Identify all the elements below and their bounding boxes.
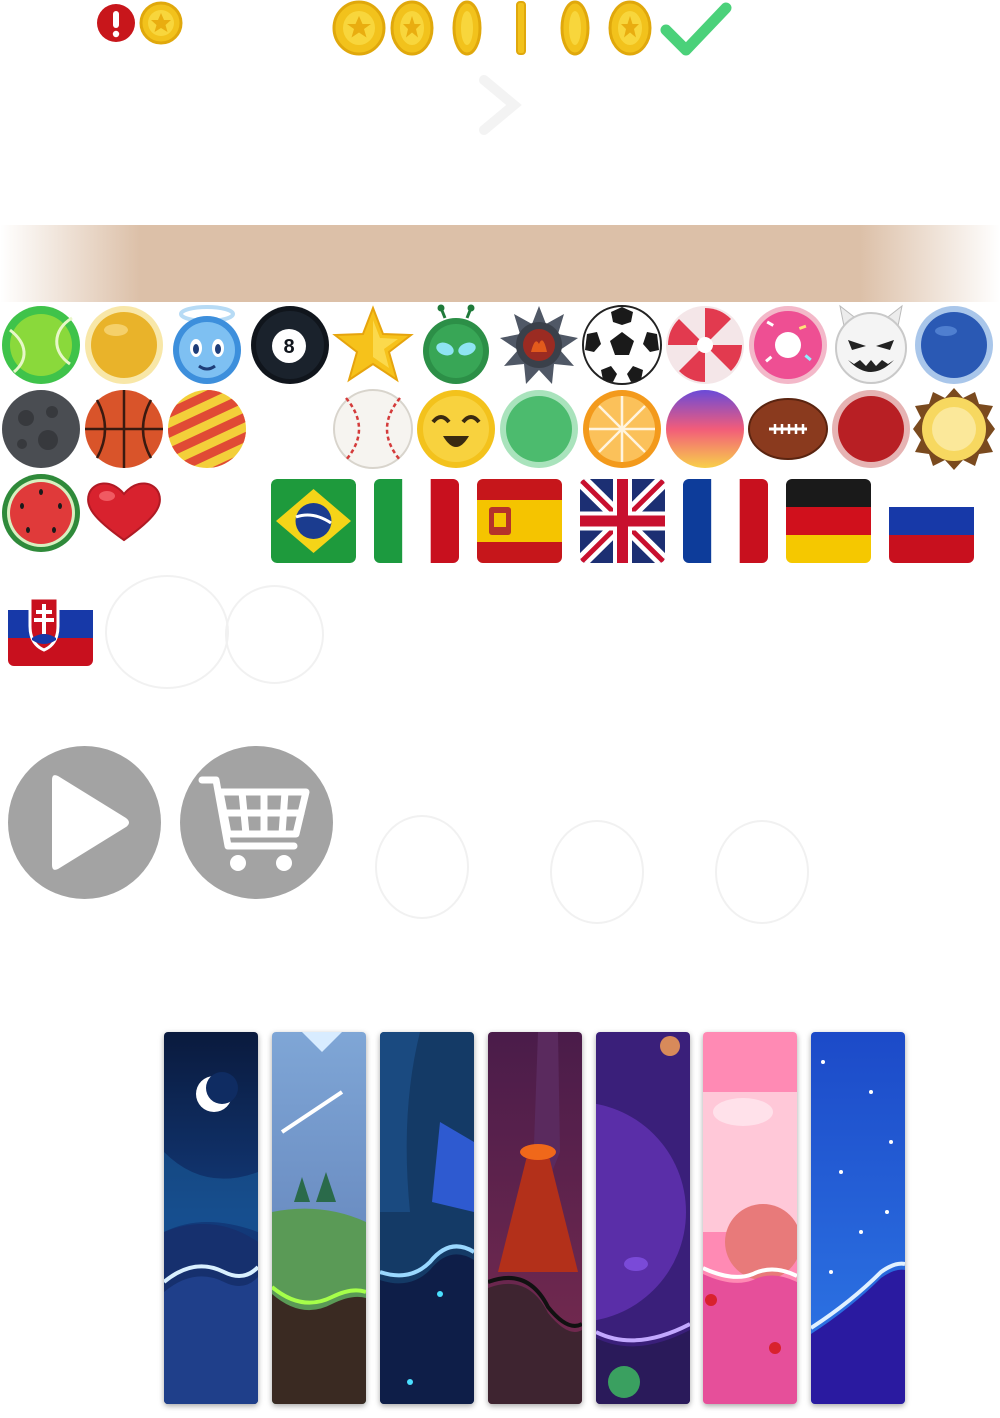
shop-button[interactable] [180,746,333,899]
forest-theme[interactable] [272,1032,366,1404]
candy-swirl-ball[interactable] [664,304,746,386]
basketball[interactable] [83,388,165,470]
spain-flag[interactable] [477,479,562,563]
devil-ball[interactable] [830,304,912,386]
candy-theme[interactable] [703,1032,797,1404]
coin-frame-6 [608,0,652,56]
coin-frame-2 [390,0,434,56]
green-ball[interactable] [498,388,580,470]
coin-icon [139,1,183,45]
striped-ball[interactable] [166,388,248,470]
play-button[interactable] [8,746,161,899]
space-purple-theme[interactable] [596,1032,690,1404]
coin-frame-3 [452,0,482,56]
star-ball[interactable] [332,304,414,386]
germany-flag[interactable] [786,479,871,563]
svg-text:8: 8 [283,336,294,358]
angel-ball[interactable] [166,302,248,386]
gradient-ball[interactable] [664,388,746,470]
orange-slice-ball[interactable] [581,388,663,470]
alert-icon [97,4,135,42]
ghost-circle [105,575,229,689]
gold-ball[interactable] [83,304,165,386]
uk-flag[interactable] [580,479,665,563]
moon-ball[interactable] [0,388,82,470]
coin-frame-4 [516,1,526,55]
baseball[interactable] [332,388,414,470]
cave-theme[interactable] [380,1032,474,1404]
coin-frame-5 [560,0,590,56]
watermelon-ball[interactable] [0,472,82,554]
brazil-flag[interactable] [271,479,356,563]
pineapple-ball[interactable] [913,388,995,470]
ghost-circle [550,820,644,924]
italy-flag[interactable] [374,479,459,563]
ghost-circle [715,820,809,924]
eight-ball[interactable]: 8 [249,304,331,386]
banner-strip [0,225,1000,302]
smiley-ball[interactable] [415,388,497,470]
slovakia-flag[interactable] [8,582,93,666]
starry-theme[interactable] [811,1032,905,1404]
football[interactable] [747,388,829,470]
soccer-ball[interactable] [581,304,663,386]
coin-frame-1 [332,0,386,56]
ghost-circle [375,815,469,919]
red-ball[interactable] [830,388,912,470]
night-theme[interactable] [164,1032,258,1404]
blue-ball[interactable] [913,304,995,386]
ghost-chevron-icon [479,75,522,135]
alien-ball[interactable] [415,304,497,386]
checkmark-icon [660,2,732,56]
ghost-circle [225,585,324,684]
donut-ball[interactable] [747,304,829,386]
france-flag[interactable] [683,479,768,563]
heart-ball[interactable] [83,478,165,544]
tennis-ball[interactable] [0,304,82,386]
volcano-theme[interactable] [488,1032,582,1404]
spiked-mine-ball[interactable] [498,304,580,386]
russia-flag[interactable] [889,479,974,563]
